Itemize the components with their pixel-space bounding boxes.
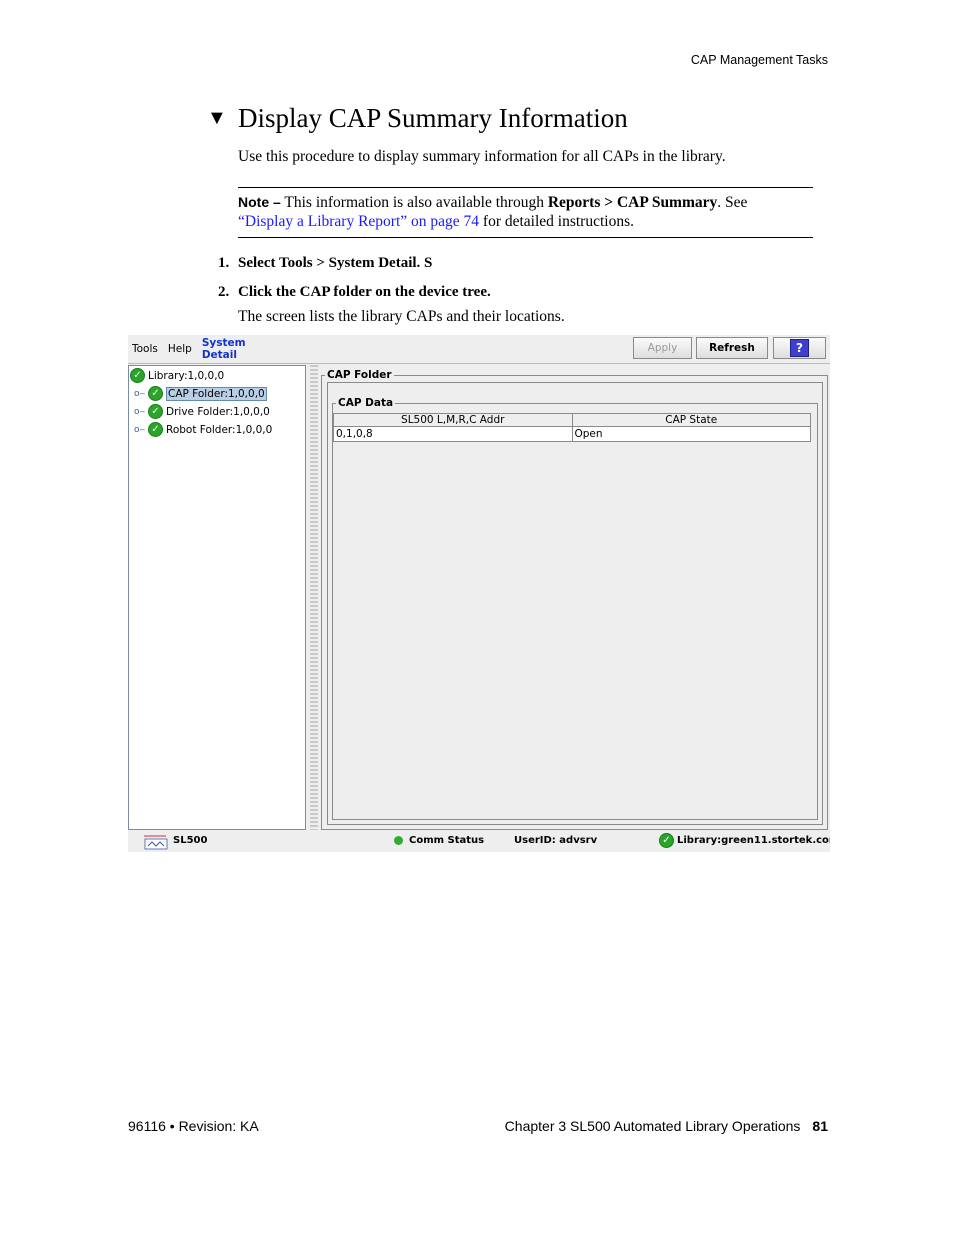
ok-check-icon: ✓ [148,386,163,401]
tree-node-label: Library:1,0,0,0 [148,369,225,382]
note-link[interactable]: “Display a Library Report” on page 74 [238,213,479,230]
tree-node-label: CAP Folder:1,0,0,0 [166,386,267,401]
help-icon: ? [790,339,809,357]
comm-ok-icon [394,836,403,845]
note-text-before: This information is also available throu… [280,194,548,211]
ok-check-icon: ✓ [148,404,163,419]
step-number: 1. [218,255,230,271]
footer-doc-id: 96116 • Revision: KA [128,1118,259,1134]
refresh-button[interactable]: Refresh [696,337,768,359]
note-box: Note – This information is also availabl… [238,187,813,238]
cap-folder-group: CAP Folder CAP Data [321,369,828,830]
tree-node-cap-folder[interactable]: o‒ ✓ CAP Folder:1,0,0,0 [134,386,267,401]
step-2: 2. Click the CAP folder on the device tre… [218,284,491,301]
intro-paragraph: Use this procedure to display summary in… [238,148,726,165]
note-text-after: for detailed instructions. [479,213,634,230]
section-heading: ▼ Display CAP Summary Information [207,103,628,134]
note-text-mid: . See [717,194,748,211]
tree-node-label: Drive Folder:1,0,0,0 [166,405,270,418]
device-tree: ✓ Library:1,0,0,0 o‒ ✓ CAP Folder:1,0,0,… [128,365,306,830]
note-label: Note – [238,194,281,210]
triangle-marker-icon: ▼ [207,107,227,129]
note-menu-path: Reports > CAP Summary [547,194,718,211]
column-header-cap-state[interactable]: CAP State [573,414,811,426]
ok-check-icon: ✓ [659,833,674,848]
toolbar-divider [128,363,830,364]
comm-status[interactable]: Comm Status [394,835,484,846]
product-name: SL500 [173,835,208,846]
menu-tools[interactable]: Tools [132,343,158,355]
step-text: Select Tools > System Detail. S [238,255,433,271]
step-number: 2. [218,284,230,300]
cell-address: 0,1,0,8 [334,427,573,441]
step-text: Click the CAP folder on the device tree. [238,284,491,300]
menu-system-detail[interactable]: System Detail [202,337,282,361]
status-bar: SL500 Comm Status UserID: advsrv ✓ Libra… [128,832,830,852]
cell-cap-state: Open [574,428,603,440]
step-2-description: The screen lists the library CAPs and th… [238,308,565,325]
apply-button[interactable]: Apply [633,337,692,359]
library-host: Library:green11.stortek.com [677,835,830,846]
detail-panel: CAP Folder CAP Data SL500 L,M,R,C Addr C… [319,365,830,830]
tree-expand-handle-icon[interactable]: o‒ [134,425,145,435]
step-1: 1. Select Tools > System Detail. S [218,255,432,272]
running-head: CAP Management Tasks [690,53,828,67]
comm-status-label: Comm Status [409,835,485,846]
footer-chapter: Chapter 3 SL500 Automated Library Operat… [505,1118,828,1134]
user-id: UserID: advsrv [514,835,598,846]
app-screenshot: Tools Help System Detail Apply Refresh ?… [128,335,830,852]
cap-data-legend: CAP Data [336,397,396,409]
ok-check-icon: ✓ [148,422,163,437]
cap-data-group: CAP Data [332,397,818,820]
split-pane-divider[interactable] [310,365,318,830]
column-header-address[interactable]: SL500 L,M,R,C Addr [334,414,573,426]
menu-help[interactable]: Help [168,343,192,355]
footer-chapter-title: Chapter 3 SL500 Automated Library Operat… [504,1118,801,1134]
library-status: ✓ Library:green11.stortek.com [659,833,830,848]
sun-logo-icon [144,835,168,850]
section-title: Display CAP Summary Information [238,103,628,133]
tree-expand-handle-icon[interactable]: o‒ [134,389,145,399]
page-number: 81 [812,1118,828,1134]
ok-check-icon: ✓ [130,368,145,383]
tree-expand-handle-icon[interactable]: o‒ [134,407,145,417]
help-button[interactable]: ? [773,337,826,359]
table-header: SL500 L,M,R,C Addr CAP State [333,413,811,427]
cap-data-table: SL500 L,M,R,C Addr CAP State 0,1,0,8 Ope… [333,413,811,442]
tree-node-robot-folder[interactable]: o‒ ✓ Robot Folder:1,0,0,0 [134,422,272,437]
tree-node-drive-folder[interactable]: o‒ ✓ Drive Folder:1,0,0,0 [134,404,270,419]
menu-bar: Tools Help System Detail [128,335,288,363]
tree-node-label: Robot Folder:1,0,0,0 [166,423,273,436]
tree-node-library[interactable]: ✓ Library:1,0,0,0 [130,368,224,383]
cap-folder-legend: CAP Folder [325,369,394,381]
table-row[interactable]: 0,1,0,8 Open [333,427,811,442]
